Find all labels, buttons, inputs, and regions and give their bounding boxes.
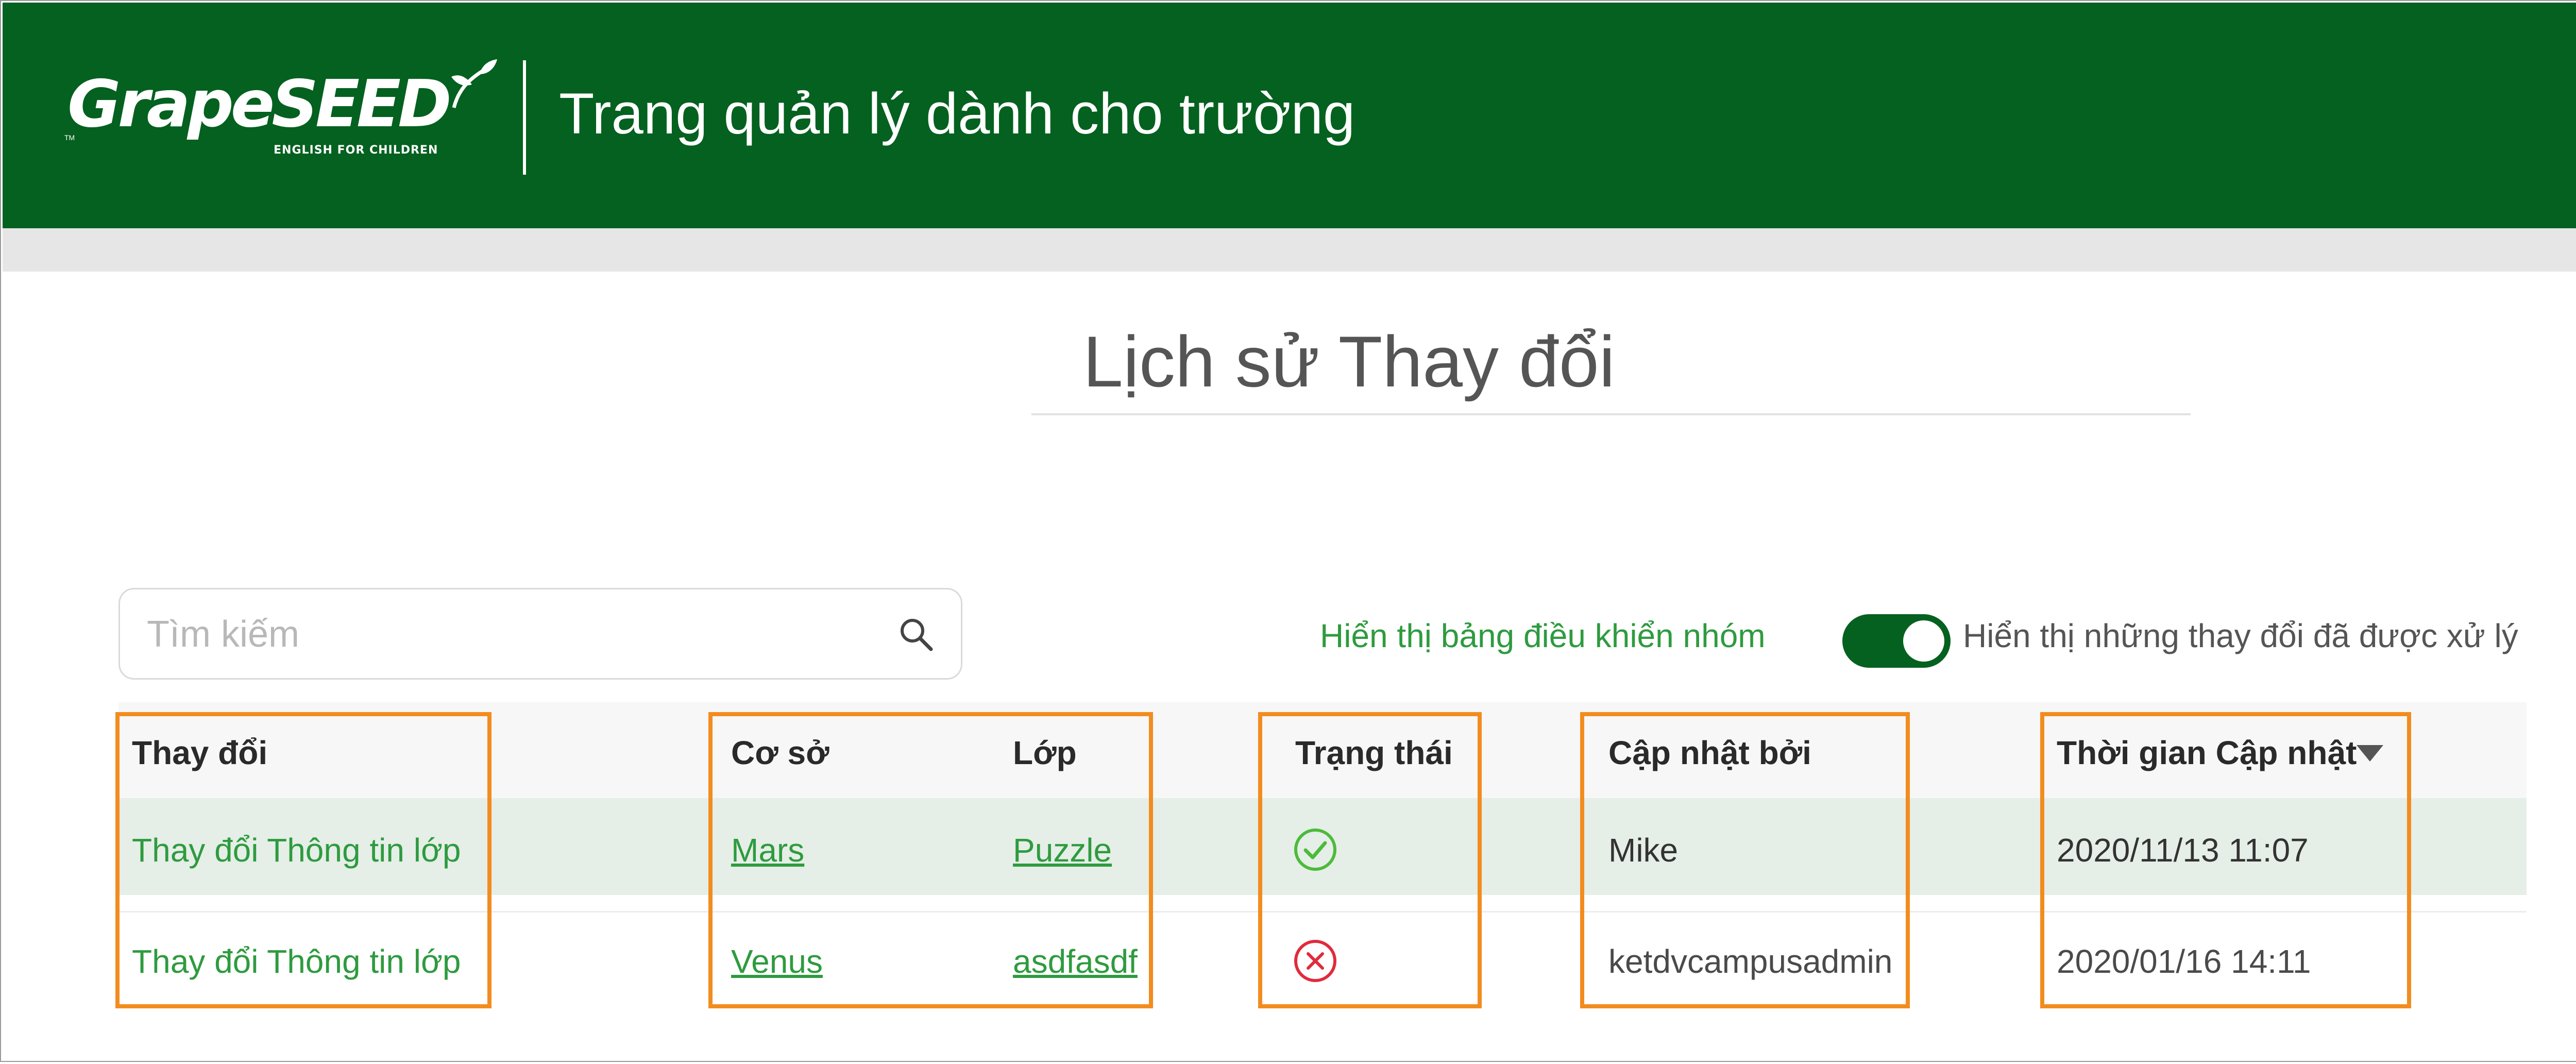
search-input[interactable] [146, 610, 859, 658]
show-processed-toggle[interactable] [1842, 614, 1951, 668]
app-window: TM GrapeSEED ENGLISH FOR CHILDREN Trang … [0, 0, 2576, 1062]
header-divider [523, 60, 526, 175]
highlight-box-change-column [115, 712, 492, 1008]
highlight-box-updated-time-column [2040, 712, 2411, 1008]
app-title: Trang quản lý dành cho trường [559, 81, 1355, 146]
show-processed-label: Hiển thị những thay đổi đã được xử lý [1963, 617, 2518, 654]
sprout-icon [451, 59, 497, 108]
top-header-bar: TM GrapeSEED ENGLISH FOR CHILDREN Trang … [3, 3, 2576, 228]
title-underline [1031, 413, 2191, 415]
toggle-knob [1903, 620, 1944, 662]
page-title: Lịch sử Thay đổi [1083, 321, 1615, 402]
search-icon[interactable] [898, 616, 934, 652]
search-box[interactable] [118, 588, 962, 680]
sub-header-strip [3, 228, 2576, 272]
logo-wordmark: GrapeSEED [67, 66, 452, 142]
highlight-box-updated-by-column [1580, 712, 1910, 1008]
grapeseed-logo[interactable]: TM GrapeSEED ENGLISH FOR CHILDREN [64, 56, 497, 164]
logo-tagline: ENGLISH FOR CHILDREN [274, 144, 438, 157]
highlight-box-campus-class-columns [708, 712, 1153, 1008]
highlight-box-status-column [1258, 712, 1482, 1008]
group-dashboard-link[interactable]: Hiển thị bảng điều khiển nhóm [1320, 619, 1766, 652]
